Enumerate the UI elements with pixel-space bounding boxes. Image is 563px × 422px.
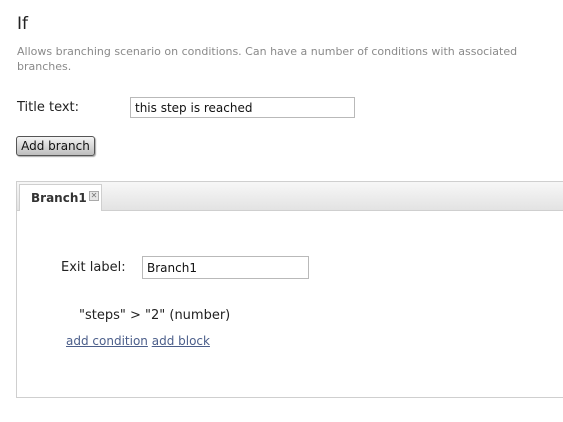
add-branch-button[interactable]: Add branch [16,136,95,156]
condition-text: "steps" > "2" (number) [79,308,231,323]
close-icon[interactable]: ✕ [89,191,99,201]
page-description: Allows branching scenario on conditions.… [17,45,518,73]
add-block-link[interactable]: add block [152,334,210,348]
title-text-input[interactable] [130,97,355,118]
tab-label: Branch1 [31,191,87,205]
tab-branch1[interactable]: Branch1 ✕ [19,184,102,211]
tab-strip: Branch1 ✕ [17,182,563,211]
title-text-label: Title text: [17,100,80,115]
exit-label-input[interactable] [142,256,309,279]
branch-panel: Branch1 ✕ Exit label: "steps" > "2" (num… [16,181,563,398]
add-condition-link[interactable]: add condition [66,334,148,348]
exit-label-label: Exit label: [61,260,126,275]
page-title: If [17,14,28,34]
branch-actions: add condition add block [66,334,210,348]
